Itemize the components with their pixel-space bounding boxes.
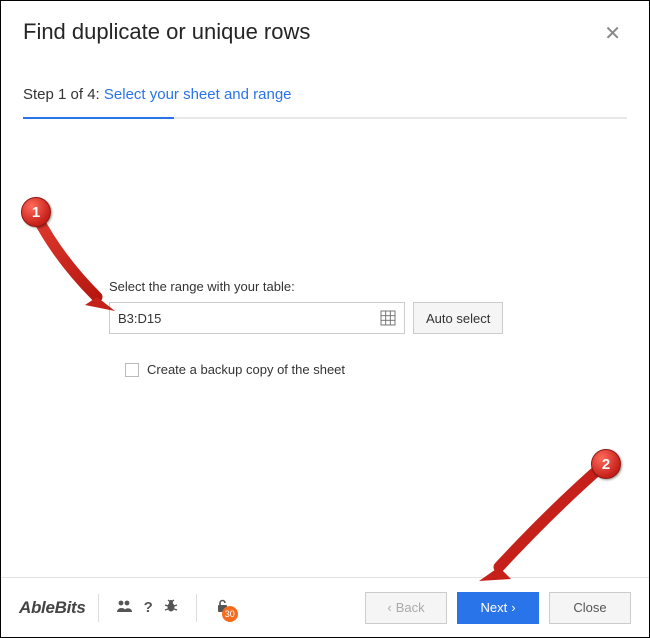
auto-select-button[interactable]: Auto select (413, 302, 503, 334)
brand-logo: AbleBits (19, 598, 86, 618)
next-label: Next (480, 600, 507, 615)
footer-divider-2 (196, 594, 197, 622)
help-icon[interactable]: ? (144, 599, 153, 616)
progress-bar (23, 117, 627, 119)
backup-label: Create a backup copy of the sheet (147, 362, 345, 377)
annotation-2-number: 2 (602, 456, 610, 473)
bug-icon[interactable] (163, 598, 179, 618)
people-icon[interactable] (116, 599, 134, 617)
unlock-icon[interactable]: 30 (214, 598, 230, 618)
footer-divider (98, 594, 99, 622)
back-button[interactable]: ‹ Back (365, 592, 447, 624)
step-link[interactable]: Select your sheet and range (104, 86, 292, 103)
grid-icon[interactable] (380, 310, 396, 326)
range-label: Select the range with your table: (109, 279, 529, 294)
range-input[interactable] (110, 305, 380, 332)
close-button[interactable]: Close (549, 592, 631, 624)
back-label: Back (396, 600, 425, 615)
progress-fill (23, 117, 174, 119)
step-prefix: Step 1 of 4: (23, 86, 104, 103)
step-indicator: Step 1 of 4: Select your sheet and range (23, 86, 627, 103)
badge-count: 30 (222, 606, 238, 622)
dialog-title: Find duplicate or unique rows (23, 19, 310, 45)
chevron-right-icon: › (511, 600, 515, 615)
backup-checkbox[interactable] (125, 363, 139, 377)
annotation-badge-1: 1 (21, 197, 51, 227)
range-input-container (109, 302, 405, 334)
annotation-arrow-2 (471, 451, 621, 591)
next-button[interactable]: Next › (457, 592, 539, 624)
chevron-left-icon: ‹ (387, 600, 391, 615)
annotation-badge-2: 2 (591, 449, 621, 479)
footer-bar: AbleBits ? 30 ‹ Back Next › Close (1, 577, 649, 637)
annotation-1-number: 1 (32, 204, 40, 221)
close-icon[interactable]: ✕ (598, 19, 627, 48)
